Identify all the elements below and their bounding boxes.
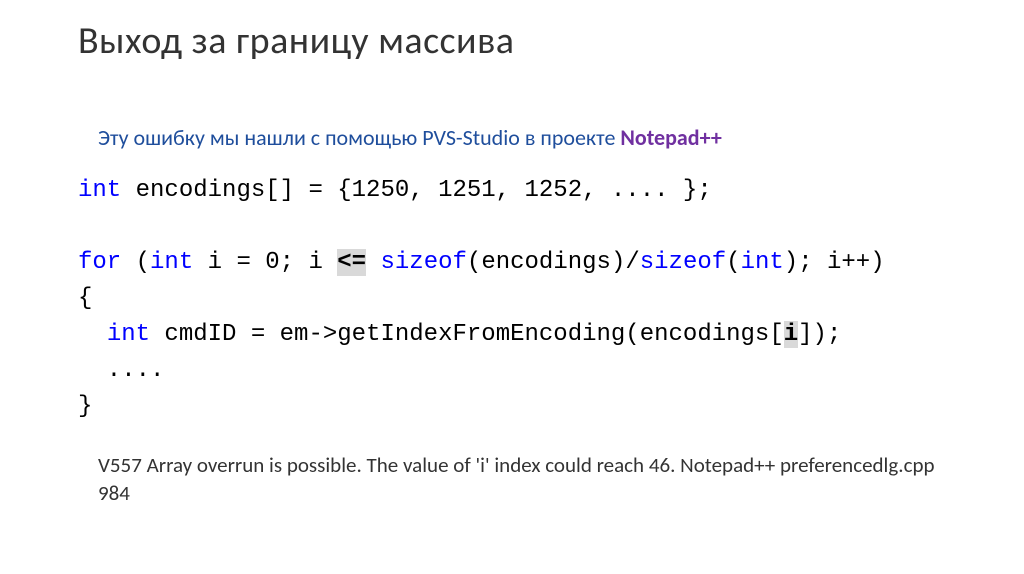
- code-text: (: [121, 249, 150, 276]
- code-text: ); i++): [784, 249, 885, 276]
- code-text: i = 0; i: [193, 249, 337, 276]
- code-kw-int: int: [150, 249, 193, 276]
- slide-title: Выход за границу массива: [78, 18, 964, 64]
- subtitle-prefix: Эту ошибку мы нашли с помощью PVS-Studio…: [98, 124, 620, 151]
- code-text: (: [726, 249, 740, 276]
- code-kw-int: int: [107, 321, 150, 348]
- code-kw-for: for: [78, 249, 121, 276]
- code-block: int encodings[] = {1250, 1251, 1252, ...…: [78, 173, 964, 425]
- code-text: }: [78, 393, 92, 420]
- code-text: encodings[] = {1250, 1251, 1252, .... };: [121, 177, 712, 204]
- code-highlight-operator: <=: [337, 249, 366, 276]
- code-kw-sizeof: sizeof: [640, 249, 726, 276]
- code-text: {: [78, 285, 92, 312]
- subtitle-project: Notepad++: [620, 124, 721, 151]
- slide-subtitle: Эту ошибку мы нашли с помощью PVS-Studio…: [98, 124, 964, 151]
- code-kw-int: int: [78, 177, 121, 204]
- diagnostic-message: V557 Array overrun is possible. The valu…: [98, 451, 964, 508]
- code-text: (encodings)/: [467, 249, 640, 276]
- code-text: cmdID = em->getIndexFromEncoding(encodin…: [150, 321, 784, 348]
- code-text: [366, 249, 380, 276]
- code-text: [78, 321, 107, 348]
- code-kw-sizeof: sizeof: [381, 249, 467, 276]
- code-text: ....: [78, 357, 164, 384]
- code-kw-int: int: [741, 249, 784, 276]
- code-highlight-var: i: [784, 321, 798, 348]
- code-text: ]);: [798, 321, 841, 348]
